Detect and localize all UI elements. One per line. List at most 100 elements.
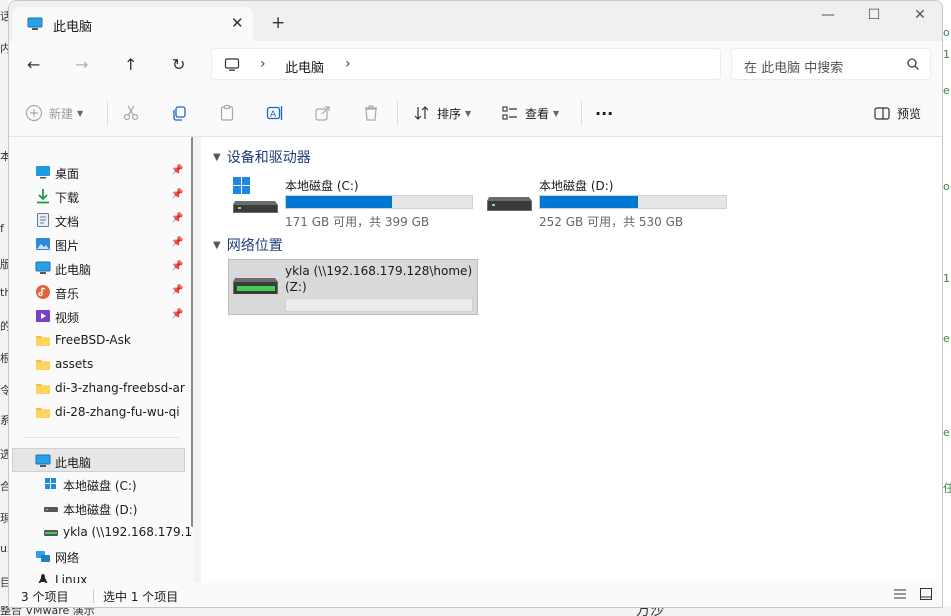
sidebar-item-label: ykla (\\192.168.179.1 [63,525,193,539]
navigation-pane: 桌面 📌 下载 📌 文档 📌 图片 📌 此电脑 📌 音乐 📌 视频 📌 Free… [9,137,193,583]
search-box[interactable]: 在 此电脑 中搜索 [731,48,931,80]
address-bar[interactable]: › 此电脑 › [211,48,721,80]
drive-item-d[interactable]: 本地磁盘 (D:) 252 GB 可用，共 530 GB [483,175,733,231]
chevron-down-icon: ▼ [465,108,472,118]
sidebar-item-this-pc-pinned[interactable]: 此电脑 📌 [9,256,185,280]
videos-icon [35,308,51,324]
pin-icon: 📌 [171,285,184,296]
background-app-right: o1e o1e e任 [943,0,951,616]
sidebar-item-pictures[interactable]: 图片 📌 [9,232,185,256]
sidebar-item-folder[interactable]: di-3-zhang-freebsd-ar [9,376,185,400]
breadcrumb-this-pc[interactable]: 此电脑 [285,57,324,76]
pin-icon: 📌 [171,165,184,176]
chevron-down-icon: ▼ [213,151,221,163]
scissors-icon [123,105,139,121]
this-pc-icon [35,453,51,469]
group-header-devices[interactable]: ▼ 设备和驱动器 [213,147,311,167]
sidebar-item-label: 本地磁盘 (C:) [63,479,137,493]
network-drive-item[interactable]: ykla (\\192.168.179.128\home) (Z:) [228,259,478,315]
sidebar-item-music[interactable]: 音乐 📌 [9,280,185,304]
details-view-icon[interactable] [893,587,907,604]
drive-icon [43,500,59,516]
breadcrumb-separator[interactable]: › [260,56,266,72]
drive-size-text: 171 GB 可用，共 399 GB [285,215,430,229]
sidebar-item-documents[interactable]: 文档 📌 [9,208,185,232]
group-title: 网络位置 [226,238,283,254]
windows-drive-icon [233,177,279,218]
preview-label: 预览 [897,106,922,121]
content-pane: ▼ 设备和驱动器 本地磁盘 (C:) 171 GB 可用，共 399 GB 本地… [201,137,942,583]
sidebar-divider [23,437,179,438]
file-explorer-window: 此电脑 ✕ + — ☐ ✕ ← → ↑ ↻ › 此电脑 › 在 此电脑 中搜索 [8,0,943,608]
back-button[interactable]: ← [27,55,40,74]
chevron-down-icon: ▼ [77,108,84,118]
more-button[interactable]: ··· [595,103,613,123]
sidebar-item-drive-d[interactable]: 本地磁盘 (D:) [9,496,185,520]
close-tab-icon[interactable]: ✕ [231,14,244,32]
sidebar-item-label: 桌面 [55,167,80,181]
forward-button[interactable]: → [75,55,88,74]
sidebar-item-network-drive[interactable]: ykla (\\192.168.179.1 [9,520,192,544]
breadcrumb-separator[interactable]: › [345,56,351,72]
monitor-icon [224,57,240,76]
view-button[interactable]: 查看 ▼ [501,103,559,123]
sort-icon [414,106,429,120]
tiles-view-icon[interactable] [919,587,933,604]
sidebar-item-this-pc[interactable]: 此电脑 [12,448,185,472]
delete-button[interactable] [362,103,380,123]
up-button[interactable]: ↑ [124,55,137,74]
tab-this-pc[interactable]: 此电脑 ✕ [13,7,253,41]
drive-usage-fill [286,196,392,208]
new-button[interactable]: 新建 ▼ [25,103,83,123]
drive-usage-fill [540,196,638,208]
sidebar-item-desktop[interactable]: 桌面 📌 [9,160,185,184]
new-tab-button[interactable]: + [271,13,285,33]
folder-icon [35,356,51,372]
sidebar-item-videos[interactable]: 视频 📌 [9,304,185,328]
sidebar-item-network[interactable]: 网络 [9,544,185,568]
sidebar-item-label: 文档 [55,215,80,229]
sidebar-item-linux[interactable]: Linux [9,568,185,583]
sidebar-item-label: di-3-zhang-freebsd-ar [55,381,185,395]
folder-icon [35,404,51,420]
sidebar-item-folder[interactable]: FreeBSD-Ask [9,328,185,352]
sidebar-item-folder[interactable]: di-28-zhang-fu-wu-qi [9,400,185,424]
chevron-down-icon: ▼ [213,239,221,251]
drive-item-c[interactable]: 本地磁盘 (C:) 171 GB 可用，共 399 GB [229,175,479,231]
selected-count: 选中 1 个项目 [103,590,179,604]
sidebar-item-downloads[interactable]: 下载 📌 [9,184,185,208]
drive-usage-bar [285,195,473,209]
svg-text:A: A [270,110,277,120]
sidebar-item-drive-c[interactable]: 本地磁盘 (C:) [9,472,185,496]
network-drive-name: ykla (\\192.168.179.128\home) [285,264,473,278]
more-options-icon: ··· [595,103,614,123]
sidebar-item-label: di-28-zhang-fu-wu-qi [55,405,180,419]
view-label: 查看 [525,106,550,121]
add-icon [25,104,43,122]
minimize-button[interactable]: — [805,7,851,27]
sidebar-item-folder[interactable]: assets [9,352,185,376]
sort-button[interactable]: 排序 ▼ [413,103,471,123]
drive-usage-bar [539,195,727,209]
search-icon [906,57,920,74]
close-window-button[interactable]: ✕ [897,7,942,27]
item-count: 3 个项目 [21,590,69,604]
sidebar-item-label: 图片 [55,239,80,253]
sidebar-item-label: FreeBSD-Ask [55,333,131,347]
group-header-network[interactable]: ▼ 网络位置 [213,235,283,255]
rename-icon: A [266,106,283,120]
preview-button[interactable]: 预览 [873,103,921,123]
pin-icon: 📌 [171,261,184,272]
folder-icon [35,332,51,348]
command-bar: 新建 ▼ A 排序 ▼ 查看 ▼ ··· 预览 [9,89,942,137]
copy-button[interactable] [170,103,188,123]
paste-button[interactable] [218,103,236,123]
network-drive-icon [43,524,59,540]
cut-button[interactable] [122,103,140,123]
sidebar-scrollbar[interactable] [191,137,193,527]
refresh-button[interactable]: ↻ [172,55,185,74]
maximize-button[interactable]: ☐ [851,7,897,27]
rename-button[interactable]: A [266,103,284,123]
share-button[interactable] [314,103,332,123]
music-icon [35,284,51,300]
